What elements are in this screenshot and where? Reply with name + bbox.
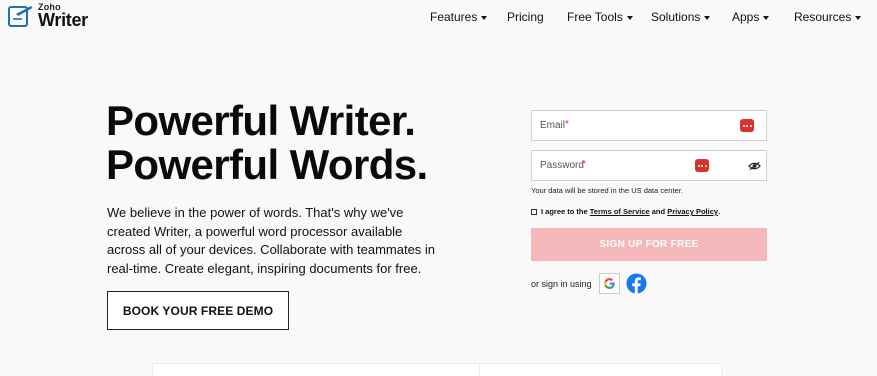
hero-headline: Powerful Writer. Powerful Words. [106, 99, 428, 187]
password-input[interactable] [532, 151, 766, 180]
book-demo-button[interactable]: BOOK YOUR FREE DEMO [107, 291, 289, 330]
sign-up-button[interactable]: SIGN UP FOR FREE [531, 228, 767, 261]
hero-description: We believe in the power of words. That's… [107, 205, 436, 276]
nav-free-tools-label: Free Tools [567, 10, 623, 24]
nav-solutions[interactable]: Solutions [651, 10, 711, 24]
preview-card-divider [479, 364, 480, 376]
terms-checkbox[interactable] [531, 208, 537, 215]
privacy-policy-link[interactable]: Privacy Policy [667, 207, 718, 216]
facebook-icon [626, 273, 647, 294]
nav-apps-label: Apps [732, 10, 760, 24]
agree-prefix: I agree to the [541, 207, 588, 216]
chevron-down-icon [626, 15, 633, 20]
google-icon [604, 278, 615, 289]
chevron-down-icon [481, 15, 488, 20]
nav-solutions-label: Solutions [651, 10, 701, 24]
chevron-down-icon [855, 15, 862, 20]
site-header: Zoho Writer Features Pricing Free Tools … [0, 0, 877, 34]
email-input[interactable] [532, 111, 766, 140]
facebook-sign-in-button[interactable] [626, 273, 647, 294]
terms-of-service-link[interactable]: Terms of Service [590, 207, 650, 216]
terms-agreement: I agree to the Terms of Service and Priv… [531, 207, 720, 216]
password-manager-icon[interactable] [695, 159, 709, 172]
chevron-down-icon [763, 15, 770, 20]
preview-card [152, 363, 722, 376]
nav-resources[interactable]: Resources [794, 10, 862, 24]
headline-line-2: Powerful Words. [106, 141, 428, 188]
data-center-note: Your data will be stored in the US data … [531, 186, 683, 195]
headline-line-1: Powerful Writer. [106, 97, 416, 144]
show-password-icon[interactable] [748, 161, 761, 171]
nav-apps[interactable]: Apps [732, 10, 770, 24]
nav-features-label: Features [430, 10, 478, 24]
agree-and: and [651, 207, 666, 216]
main-nav: Features Pricing Free Tools Solutions Ap… [0, 10, 877, 26]
chevron-down-icon [704, 15, 711, 20]
agree-suffix: . [718, 207, 721, 216]
email-field[interactable]: * [531, 110, 767, 141]
password-field[interactable]: * [531, 150, 767, 181]
nav-pricing-label: Pricing [507, 10, 544, 24]
google-sign-in-button[interactable] [599, 273, 620, 294]
nav-pricing[interactable]: Pricing [507, 10, 544, 24]
password-manager-icon[interactable] [740, 119, 754, 132]
nav-resources-label: Resources [794, 10, 852, 24]
nav-free-tools[interactable]: Free Tools [567, 10, 633, 24]
sign-in-using-label: or sign in using [531, 279, 592, 289]
nav-features[interactable]: Features [430, 10, 488, 24]
